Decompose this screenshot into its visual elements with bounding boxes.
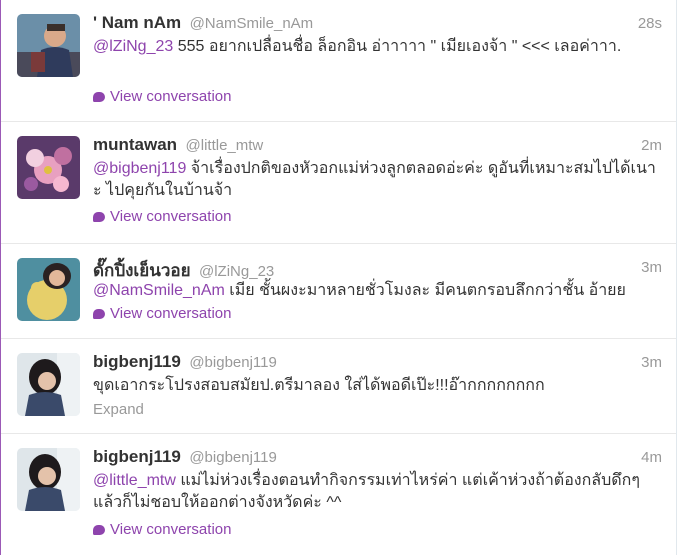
- avatar[interactable]: [17, 448, 80, 511]
- timestamp[interactable]: 28s: [638, 15, 662, 32]
- tweet-body: 555 อยากเปลื่อนชื่อ ล็อกอิน อ่าาาาา " เม…: [173, 38, 622, 55]
- conversation-icon: [93, 91, 105, 102]
- conversation-icon: [93, 524, 105, 535]
- tweet-body: เมีย ชั้นผงะมาหลายชั่วโมงละ มีคนตกรอบลึก…: [224, 282, 626, 299]
- mention-link[interactable]: @little_mtw: [93, 472, 176, 489]
- avatar[interactable]: [17, 258, 80, 321]
- author-handle[interactable]: @little_mtw: [186, 137, 264, 154]
- action-label[interactable]: View conversation: [110, 521, 231, 538]
- action-label[interactable]: View conversation: [110, 208, 231, 225]
- tweet-text: ขุดเอากระโปรงสอบสมัยป.ตรีมาลอง ใส่ได้พอด…: [93, 375, 662, 397]
- tweet-item[interactable]: ดั๊กปิ้งเย็นวอย @lZiNg_23 3m @NamSmile_n…: [1, 244, 676, 339]
- author-name[interactable]: ' Nam nAm: [93, 13, 181, 32]
- action-label[interactable]: View conversation: [110, 88, 231, 105]
- author-handle[interactable]: @lZiNg_23: [199, 263, 274, 280]
- tweet-item[interactable]: bigbenj119 @bigbenj119 4m @little_mtw แม…: [1, 434, 676, 555]
- conversation-icon: [93, 308, 105, 319]
- tweet-timeline: ' Nam nAm @NamSmile_nAm 28s @lZiNg_23 55…: [0, 0, 677, 555]
- timestamp[interactable]: 4m: [641, 449, 662, 466]
- author-name[interactable]: bigbenj119: [93, 352, 181, 371]
- author-handle[interactable]: @bigbenj119: [189, 449, 277, 466]
- mention-link[interactable]: @bigbenj119: [93, 160, 186, 177]
- timestamp[interactable]: 2m: [641, 137, 662, 154]
- action-label[interactable]: View conversation: [110, 305, 231, 322]
- avatar[interactable]: [17, 14, 80, 77]
- view-conversation-link[interactable]: View conversation: [93, 208, 231, 225]
- tweet-text: @little_mtw แม่ไม่ห่วงเรื่องตอนทำกิจกรรม…: [93, 470, 662, 514]
- timestamp[interactable]: 3m: [641, 354, 662, 371]
- tweet-text: @lZiNg_23 555 อยากเปลื่อนชื่อ ล็อกอิน อ่…: [93, 36, 662, 58]
- timestamp[interactable]: 3m: [641, 259, 662, 276]
- tweet-item[interactable]: ' Nam nAm @NamSmile_nAm 28s @lZiNg_23 55…: [1, 0, 676, 122]
- tweet-item[interactable]: muntawan @little_mtw 2m @bigbenj119 จ้าเ…: [1, 122, 676, 244]
- mention-link[interactable]: @NamSmile_nAm: [93, 282, 225, 299]
- view-conversation-link[interactable]: View conversation: [93, 88, 231, 105]
- author-name[interactable]: bigbenj119: [93, 447, 181, 466]
- tweet-body: ขุดเอากระโปรงสอบสมัยป.ตรีมาลอง ใส่ได้พอด…: [93, 377, 545, 394]
- author-handle[interactable]: @bigbenj119: [189, 354, 277, 371]
- action-label[interactable]: Expand: [93, 401, 144, 418]
- author-name[interactable]: muntawan: [93, 135, 177, 154]
- author-handle[interactable]: @NamSmile_nAm: [190, 15, 314, 32]
- expand-link[interactable]: Expand: [93, 401, 144, 418]
- avatar[interactable]: [17, 136, 80, 199]
- tweet-body: แม่ไม่ห่วงเรื่องตอนทำกิจกรรมเท่าไหร่ค่า …: [93, 472, 640, 511]
- tweet-text: @bigbenj119 จ้าเรื่องปกติของหัวอกแม่ห่วง…: [93, 158, 662, 202]
- tweet-item[interactable]: bigbenj119 @bigbenj119 3m ขุดเอากระโปรงส…: [1, 339, 676, 434]
- view-conversation-link[interactable]: View conversation: [93, 521, 231, 538]
- conversation-icon: [93, 211, 105, 222]
- view-conversation-link[interactable]: View conversation: [93, 305, 231, 322]
- mention-link[interactable]: @lZiNg_23: [93, 38, 173, 55]
- avatar[interactable]: [17, 353, 80, 416]
- author-name[interactable]: ดั๊กปิ้งเย็นวอย: [93, 261, 191, 280]
- tweet-text: @NamSmile_nAm เมีย ชั้นผงะมาหลายชั่วโมงล…: [93, 280, 662, 302]
